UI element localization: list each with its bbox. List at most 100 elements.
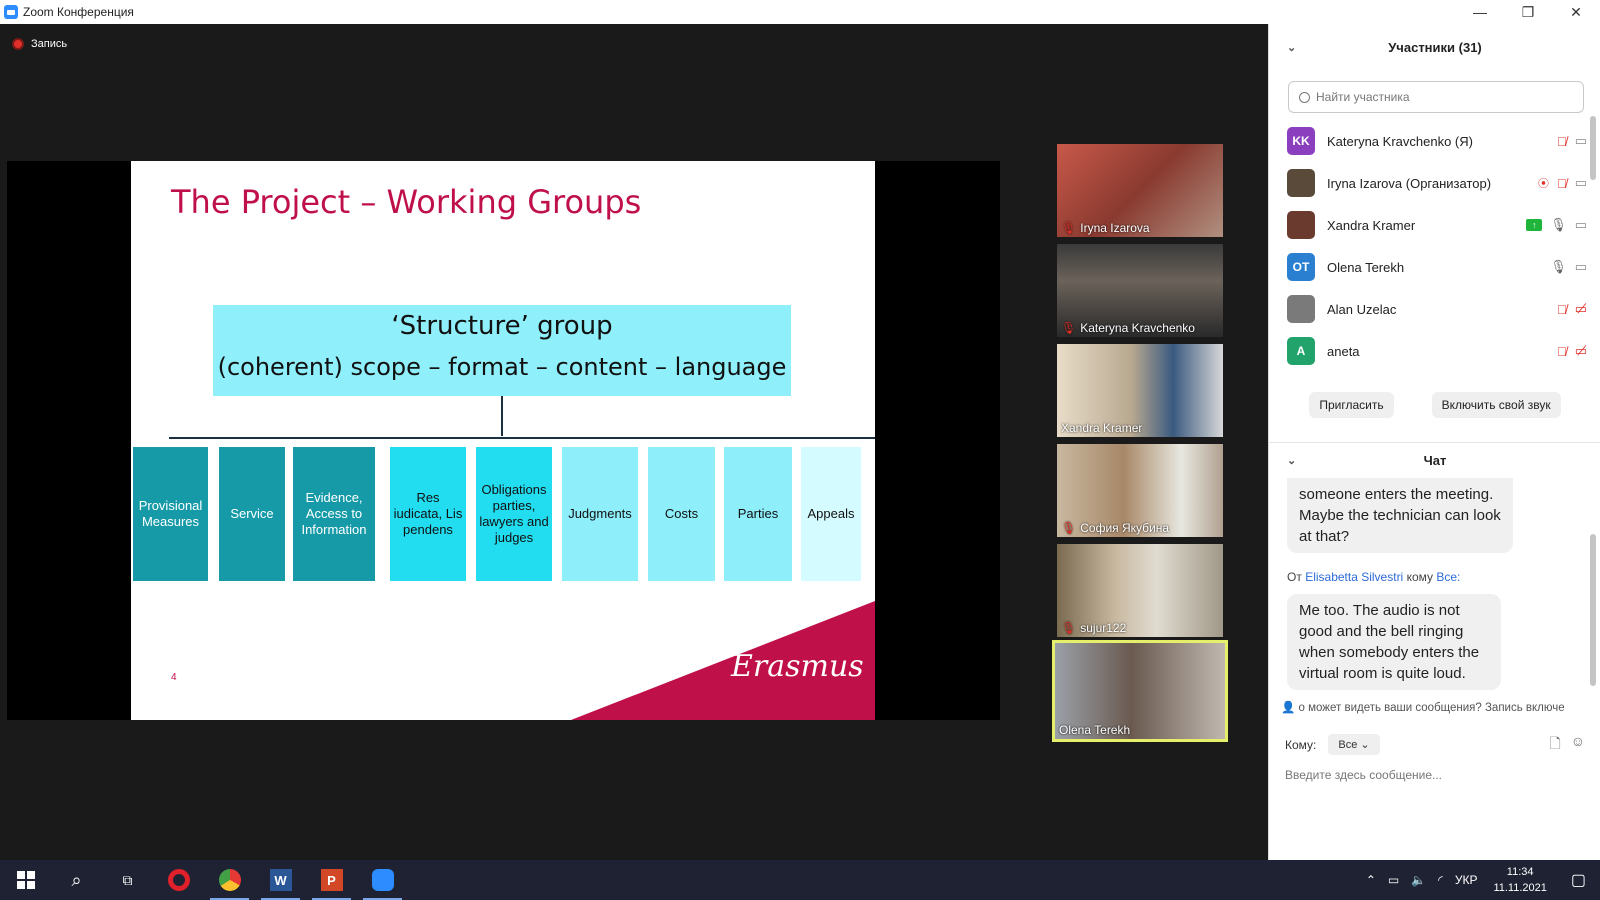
video-tile[interactable]: 🎙 Kateryna Kravchenko [1057, 244, 1223, 337]
system-tray: ⌃ ▭ 🔈 ◜ УКР 11:34 11.11.2021 ▢ [1360, 860, 1600, 900]
video-tile[interactable]: 🎙 sujur122 [1057, 544, 1223, 637]
chevron-up-icon[interactable]: ⌃ [1366, 873, 1376, 887]
participant-row[interactable]: A aneta 🎙̸ ▭̸ [1287, 330, 1587, 372]
mic-muted-icon: 🎙 [1061, 621, 1077, 635]
close-button[interactable]: ✕ [1552, 0, 1600, 24]
chat-header: ⌄ Чат [1269, 442, 1600, 478]
video-tile-active[interactable]: Olena Terekh [1052, 640, 1228, 742]
unmute-self-button[interactable]: Включить свой звук [1431, 392, 1561, 418]
group-label: Res iudicata, Lis pendens [393, 490, 463, 537]
participant-name: Iryna Izarova (Организатор) [1327, 175, 1492, 191]
presentation-slide: The Project – Working Groups ‘Structure’… [131, 161, 875, 720]
group-box: Costs [648, 447, 715, 581]
camera-icon: ▭ [1574, 133, 1587, 148]
chrome-taskbar-button[interactable] [204, 860, 255, 900]
video-tile-name: Xandra Kramer [1061, 421, 1143, 435]
video-tile-name: sujur122 [1080, 621, 1127, 635]
slide-page-number: 4 [171, 672, 177, 683]
video-tile[interactable]: 🎙 Iryna Izarova [1057, 144, 1223, 237]
participants-scrollbar[interactable] [1590, 116, 1596, 180]
chrome-icon [218, 869, 241, 891]
participant-row[interactable]: Xandra Kramer ↑ 🎙 ▭ [1287, 204, 1587, 246]
participants-list: KK Kateryna Kravchenko (Я) 🎙̸ ▭ Iryna Iza… [1287, 120, 1587, 372]
chat-title: Чат [1423, 453, 1447, 468]
org-connector-horizontal [169, 437, 875, 439]
recording-indicator[interactable]: Запись [12, 38, 67, 50]
mic-muted-icon: 🎙̸ [1556, 301, 1567, 317]
group-label: Obligations parties, lawyers and judges [479, 482, 549, 545]
camera-icon: ▭ [1574, 259, 1587, 274]
erasmus-logo: Erasmus [731, 649, 864, 684]
avatar [1287, 169, 1315, 197]
group-label: Judgments [568, 506, 632, 521]
file-icon[interactable]: 🗋 [1549, 733, 1560, 757]
title-bar: Zoom Конференция — ❐ ✕ [0, 0, 1600, 24]
avatar: OT [1287, 253, 1315, 281]
to-prefix: кому [1406, 570, 1434, 584]
mic-muted-icon: 🎙̸ [1556, 175, 1567, 191]
collapse-chevron-icon[interactable]: ⌄ [1287, 454, 1296, 467]
group-label: Evidence, Access to Information [301, 490, 367, 537]
mic-icon: 🎙 [1550, 217, 1567, 232]
participant-row[interactable]: Alan Uzelac 🎙̸ ▭̸ [1287, 288, 1587, 330]
participant-row[interactable]: Iryna Izarova (Организатор) ⦿ 🎙̸ ▭ [1287, 162, 1587, 204]
participant-name: aneta [1327, 343, 1360, 359]
people-icon: 👤 [1281, 702, 1296, 714]
zoom-taskbar-button[interactable] [357, 860, 408, 900]
wifi-icon[interactable]: ◜ [1438, 873, 1443, 887]
camera-icon: ▭ [1574, 175, 1587, 190]
mic-muted-icon: 🎙 [1061, 321, 1077, 335]
participant-search-input[interactable]: Найти участника [1288, 81, 1584, 113]
invite-button[interactable]: Пригласить [1309, 392, 1394, 418]
group-label: Costs [664, 506, 699, 521]
minimize-button[interactable]: — [1456, 0, 1504, 24]
participant-name: Kateryna Kravchenko (Я) [1327, 133, 1473, 149]
recipient-select[interactable]: Все ⌄ [1328, 734, 1380, 755]
task-view-button[interactable]: ⧉ [102, 860, 153, 900]
group-box: Evidence, Access to Information [293, 447, 375, 581]
mic-icon: 🎙 [1550, 259, 1567, 274]
mic-muted-icon: 🎙 [1061, 221, 1077, 235]
word-icon: W [269, 869, 292, 891]
participant-row[interactable]: KK Kateryna Kravchenko (Я) 🎙̸ ▭ [1287, 120, 1587, 162]
structure-title: ‘Structure’ group [391, 311, 613, 341]
word-taskbar-button[interactable]: W [255, 860, 306, 900]
camera-off-icon: ▭̸ [1574, 343, 1587, 358]
opera-taskbar-button[interactable] [153, 860, 204, 900]
restore-button[interactable]: ❐ [1504, 0, 1552, 24]
group-label: Appeals [807, 506, 855, 521]
battery-icon[interactable]: ▭ [1388, 873, 1399, 887]
language-indicator[interactable]: УКР [1455, 873, 1478, 887]
to-label: Кому: [1285, 737, 1317, 752]
avatar: KK [1287, 127, 1315, 155]
recording-icon: ⦿ [1537, 178, 1549, 190]
from-prefix: От [1287, 570, 1302, 584]
chat-message-input[interactable]: Введите здесь сообщение... [1285, 768, 1442, 782]
video-tile[interactable]: 🎙 София Якубина [1057, 444, 1223, 537]
mic-muted-icon: 🎙̸ [1556, 133, 1567, 149]
group-box: Obligations parties, lawyers and judges [476, 447, 552, 581]
powerpoint-taskbar-button[interactable]: P [306, 860, 357, 900]
participant-name: Alan Uzelac [1327, 301, 1397, 317]
notifications-icon[interactable]: ▢ [1571, 870, 1586, 890]
group-box: Parties [724, 447, 792, 581]
sender-name[interactable]: Elisabetta Silvestri [1305, 570, 1403, 584]
avatar: A [1287, 337, 1315, 365]
camera-off-icon: ▭̸ [1574, 301, 1587, 316]
clock[interactable]: 11:34 11.11.2021 [1493, 864, 1546, 896]
video-tile[interactable]: Xandra Kramer [1057, 344, 1223, 437]
chat-scrollbar[interactable] [1590, 534, 1596, 686]
start-button[interactable] [0, 860, 51, 900]
collapse-chevron-icon[interactable]: ⌄ [1287, 41, 1296, 54]
participant-row[interactable]: OT Olena Terekh 🎙 ▭ [1287, 246, 1587, 288]
chat-privacy-notice[interactable]: 👤 о может видеть ваши сообщения? Запись … [1281, 700, 1600, 714]
search-button[interactable]: ⌕ [51, 860, 102, 900]
group-label: Parties [737, 506, 779, 521]
chat-message: Me too. The audio is not good and the be… [1287, 594, 1501, 690]
volume-icon[interactable]: 🔈 [1411, 873, 1426, 887]
notice-text: о может видеть ваши сообщения? Запись вк… [1298, 702, 1565, 714]
emoji-icon[interactable]: ☺ [1571, 733, 1585, 757]
avatar [1287, 295, 1315, 323]
window-title: Zoom Конференция [23, 5, 134, 19]
structure-group-box: ‘Structure’ group (coherent) scope – for… [213, 305, 791, 396]
